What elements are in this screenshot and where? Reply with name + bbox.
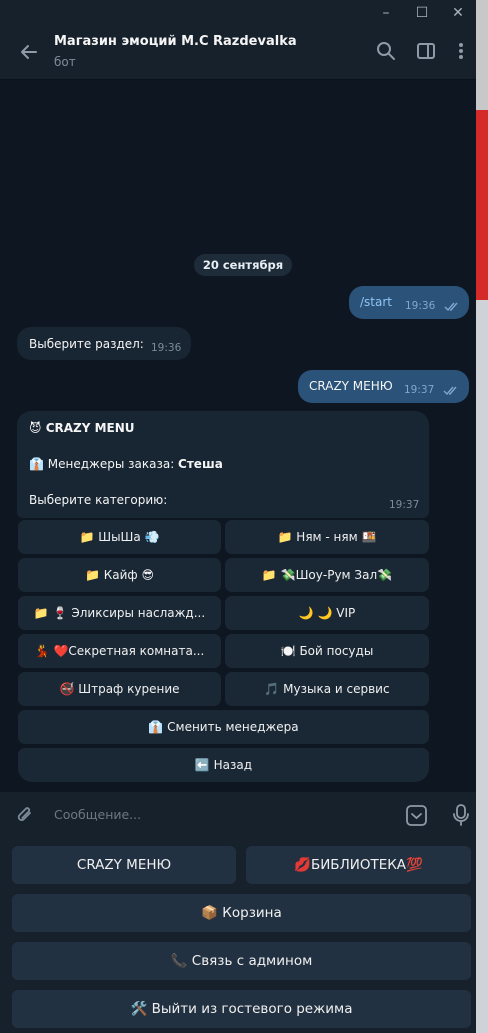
- manager-line: 👔 Менеджеры заказа: Стеша: [29, 457, 223, 471]
- outgoing-message[interactable]: /start 19:36: [349, 286, 469, 319]
- chat-header: Магазин эмоций M.C Razdevalka бот: [0, 26, 476, 80]
- incoming-message: Выберите раздел: 19:36: [17, 327, 191, 360]
- outgoing-message: CRAZY МЕНЮ 19:37: [298, 370, 469, 403]
- manager-name: Стеша: [178, 457, 223, 471]
- reply-keyboard: CRAZY МЕНЮ 💋БИБЛИОТЕКА💯 📦 Корзина 📞 Связ…: [0, 838, 476, 1033]
- more-options-icon[interactable]: [450, 40, 472, 62]
- inline-button-break-dishes[interactable]: 🍽️ Бой посуды: [225, 634, 429, 668]
- bot-menu-message: 😈 CRAZY MENU 👔 Менеджеры заказа: Стеша В…: [17, 411, 429, 518]
- menu-title: 😈 CRAZY MENU: [29, 421, 135, 435]
- reply-button-exit-guest-mode[interactable]: 🛠️ Выйти из гостевого режима: [12, 990, 471, 1028]
- background-window-fragment-2: [476, 300, 488, 1033]
- bot-keyboard-toggle-icon[interactable]: [405, 804, 428, 827]
- inline-button-secret-room[interactable]: 💃 ❤️Секретная комната...: [18, 634, 221, 668]
- reply-button-library[interactable]: 💋БИБЛИОТЕКА💯: [246, 846, 471, 884]
- window-titlebar: – ☐ ✕: [0, 0, 476, 26]
- reply-button-cart[interactable]: 📦 Корзина: [12, 894, 471, 932]
- reply-button-contact-admin[interactable]: 📞 Связь с админом: [12, 942, 471, 980]
- date-separator: 20 сентября: [194, 254, 292, 276]
- choose-category-text: Выберите категорию:: [29, 493, 168, 507]
- background-window-fragment: [476, 110, 488, 300]
- message-text: CRAZY МЕНЮ: [309, 379, 393, 393]
- chat-title[interactable]: Магазин эмоций M.C Razdevalka: [54, 34, 297, 49]
- message-input[interactable]: Сообщение...: [54, 807, 141, 822]
- inline-button-vip[interactable]: 🌙 🌙 VIP: [225, 596, 429, 630]
- message-text: Выберите раздел:: [29, 337, 144, 351]
- close-window-button[interactable]: ✕: [440, 0, 476, 26]
- message-time: 19:37: [389, 499, 420, 511]
- inline-button-back[interactable]: ⬅️ Назад: [18, 748, 429, 782]
- read-checkmarks-icon: [443, 386, 457, 396]
- microphone-icon[interactable]: [451, 803, 471, 827]
- message-time: 19:37: [404, 384, 435, 396]
- inline-button-music-service[interactable]: 🎵 Музыка и сервис: [225, 672, 429, 706]
- reply-button-crazy-menu[interactable]: CRAZY МЕНЮ: [12, 846, 236, 884]
- sidebar-toggle-icon[interactable]: [415, 40, 437, 62]
- back-arrow-icon[interactable]: [18, 41, 40, 63]
- inline-button-smoking-fine[interactable]: 🚭 Штраф курение: [18, 672, 221, 706]
- message-text[interactable]: /start: [360, 295, 392, 309]
- message-time: 19:36: [151, 342, 182, 354]
- background-window-edge: [476, 0, 488, 1033]
- inline-button-change-manager[interactable]: 👔 Сменить менеджера: [18, 710, 429, 744]
- inline-button-elixirs[interactable]: 📁 🍷 Эликсиры наслажд...: [18, 596, 221, 630]
- maximize-button[interactable]: ☐: [404, 0, 440, 26]
- message-time: 19:36: [405, 300, 436, 312]
- attach-paperclip-icon[interactable]: [14, 804, 36, 826]
- search-icon[interactable]: [375, 40, 397, 62]
- inline-button-food[interactable]: 📁 Ням - ням 🍱: [225, 520, 429, 554]
- inline-button-kaif[interactable]: 📁 Кайф 😎: [18, 558, 221, 592]
- minimize-button[interactable]: –: [368, 0, 404, 26]
- message-composer: Сообщение...: [0, 792, 476, 838]
- manager-label: 👔 Менеджеры заказа:: [29, 457, 179, 471]
- inline-button-shisha[interactable]: 📁 ШыШа 💨: [18, 520, 221, 554]
- inline-button-showroom[interactable]: 📁 💸Шоу-Рум Зал💸: [225, 558, 429, 592]
- read-checkmarks-icon: [444, 302, 458, 312]
- chat-status: бот: [54, 55, 76, 69]
